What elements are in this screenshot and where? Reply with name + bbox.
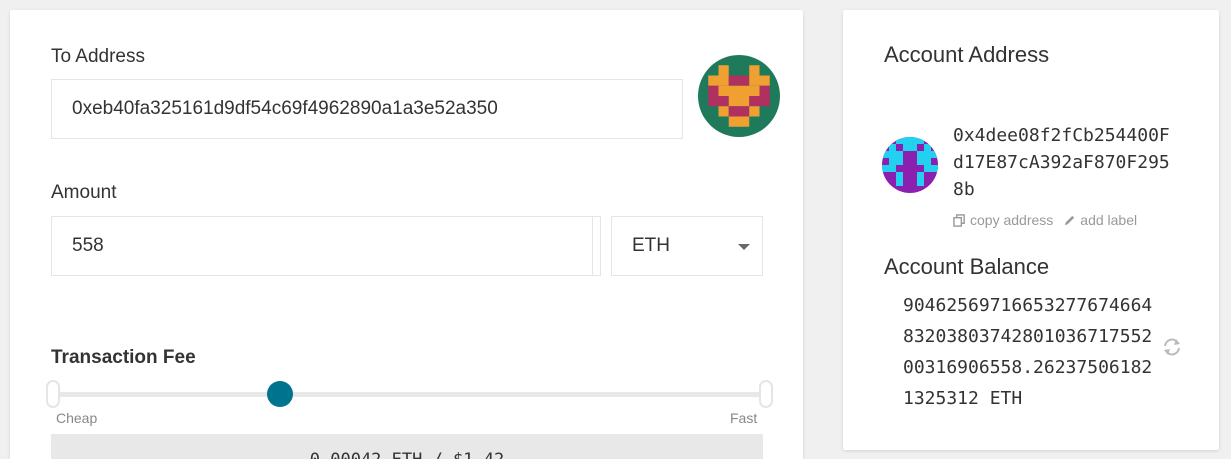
add-label-text: add label — [1080, 212, 1138, 228]
account-identicon — [882, 137, 938, 193]
account-panel: Account Address 0x4dee08f2fCb254400Fd17E… — [843, 10, 1219, 450]
fee-slider-handle[interactable] — [267, 381, 293, 407]
to-address-identicon — [698, 55, 780, 137]
send-panel: To Address 0xeb40fa325161d9df54c69f49628… — [10, 10, 803, 459]
refresh-icon[interactable] — [1161, 336, 1183, 358]
fee-slider-max-marker — [759, 380, 773, 408]
caret-down-icon — [738, 244, 750, 250]
pencil-icon — [1065, 215, 1075, 225]
account-balance-value: 9046256971665327767466483203803742801036… — [903, 295, 1153, 409]
unit-select[interactable]: ETH — [611, 216, 763, 276]
transaction-fee-label: Transaction Fee — [51, 347, 196, 368]
fast-label: Fast — [730, 410, 758, 426]
amount-input[interactable]: 558 — [51, 216, 625, 276]
fee-slider-track[interactable] — [56, 392, 766, 397]
fee-slider-min-marker — [46, 380, 60, 408]
account-actions: copy address add label — [953, 212, 1137, 228]
amount-value: 558 — [72, 235, 104, 256]
to-address-input[interactable]: 0xeb40fa325161d9df54c69f4962890a1a3e52a3… — [51, 79, 683, 139]
account-address: 0x4dee08f2fCb254400Fd17E87cA392aF870F295… — [953, 125, 1170, 200]
to-address-label: To Address — [51, 46, 145, 67]
fee-amount: 0.00042 ETH / $1.42 — [51, 434, 763, 459]
amount-label: Amount — [51, 182, 117, 203]
add-label-button[interactable]: add label — [1063, 212, 1137, 228]
copy-address-label: copy address — [970, 212, 1054, 228]
account-address-title: Account Address — [884, 42, 1050, 67]
copy-icon — [953, 213, 965, 227]
fee-amount-text: 0.00042 ETH / $1.42 — [310, 450, 504, 459]
account-balance-title: Account Balance — [884, 254, 1050, 279]
cheap-label: Cheap — [56, 410, 98, 426]
copy-address-button[interactable]: copy address — [953, 212, 1053, 228]
unit-value: ETH — [632, 235, 670, 256]
